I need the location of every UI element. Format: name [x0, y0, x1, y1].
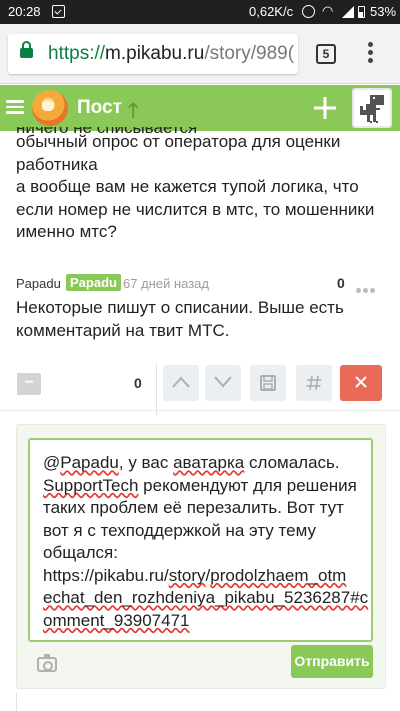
- dino-avatar-icon: [360, 95, 384, 123]
- clock: 20:28: [8, 4, 41, 19]
- close-reply-button[interactable]: [340, 365, 382, 401]
- page-title: Пост: [77, 97, 122, 118]
- battery-percent: 53%: [370, 4, 397, 19]
- author-badge[interactable]: Papadu: [66, 274, 121, 291]
- status-bar: 20:28 0,62K/c ◠ 53%: [0, 0, 400, 24]
- address-bar[interactable]: https://m.pikabu.ru/story/989(: [8, 34, 298, 74]
- comment-header: Papadu Papadu 67 дней назад 0: [16, 274, 384, 294]
- network-speed: 0,62K/c: [249, 4, 294, 19]
- close-icon: [355, 376, 367, 388]
- divider: [0, 410, 400, 411]
- arrow-up-icon[interactable]: 🡑: [128, 96, 138, 130]
- url-path: /story/989(: [204, 43, 295, 64]
- comment-line: комментарий на твит МТС.: [16, 320, 230, 340]
- url-scheme: https://: [48, 43, 106, 64]
- chevron-down-icon: [214, 376, 232, 388]
- plus-icon: [314, 97, 336, 119]
- vote-score: 0: [134, 375, 142, 391]
- alarm-icon: [302, 5, 315, 18]
- editor-line: @Papadu, у вас аватарка сломалась.: [43, 453, 340, 472]
- lock-icon: [20, 41, 33, 58]
- site-header: Пост 🡑: [0, 85, 400, 131]
- collapse-button[interactable]: −: [17, 373, 41, 395]
- editor-line: общался:: [43, 543, 118, 562]
- hash-icon: [306, 375, 321, 391]
- chevron-up-icon: [172, 376, 190, 388]
- tab-switcher-button[interactable]: 5: [316, 44, 336, 64]
- add-post-button[interactable]: [307, 90, 343, 126]
- divider: [156, 364, 157, 408]
- comment-author[interactable]: Papadu: [16, 276, 61, 291]
- comment-line: Некоторые пишут о списании. Выше есть: [16, 298, 344, 317]
- comment-more-icon[interactable]: [356, 281, 386, 293]
- user-avatar-button[interactable]: [352, 88, 392, 128]
- editor-line: вот я с техподдержкой на эту тему: [43, 520, 316, 540]
- url-text[interactable]: https://m.pikabu.ru/story/989(: [48, 43, 294, 65]
- comment-score: 0: [337, 275, 345, 291]
- comment-body: Некоторые пишут о списании. Выше есть ко…: [16, 297, 376, 342]
- reply-textarea[interactable]: @Papadu, у вас аватарка сломалась. Suppo…: [28, 438, 373, 642]
- save-icon: [260, 375, 276, 391]
- comment-time[interactable]: 67 дней назад: [123, 276, 209, 291]
- camera-icon[interactable]: [37, 654, 57, 672]
- send-button[interactable]: Отправить: [291, 645, 373, 678]
- post-body: обычный опрос от оператора для оценки ра…: [16, 131, 386, 244]
- post-line: обычный опрос от оператора для оценки: [16, 132, 341, 151]
- menu-icon[interactable]: [6, 100, 24, 114]
- signal-icon: [342, 6, 354, 18]
- more-menu-icon[interactable]: [368, 42, 374, 66]
- browser-toolbar: https://m.pikabu.ru/story/989( 5: [0, 24, 400, 84]
- reply-form: @Papadu, у вас аватарка сломалась. Suppo…: [16, 424, 386, 689]
- editor-line: echat_den_rozhdeniya_pikabu_5236287#c: [43, 588, 369, 607]
- wifi-icon: ◠: [322, 3, 334, 18]
- save-button[interactable]: [250, 365, 286, 401]
- post-line: а вообще вам не кажется тупой логика, чт…: [16, 177, 359, 196]
- pikabu-logo[interactable]: [32, 90, 68, 126]
- battery-icon: [358, 6, 365, 18]
- downvote-button[interactable]: [205, 365, 241, 401]
- editor-line: omment_93907471: [43, 610, 190, 630]
- comment-actions: − 0: [0, 364, 400, 408]
- hash-link-button[interactable]: [296, 365, 332, 401]
- divider: [16, 692, 17, 711]
- url-host: m.pikabu.ru: [105, 43, 205, 64]
- upvote-button[interactable]: [163, 365, 199, 401]
- post-line: если номер не числится в мтс, то мошенни…: [16, 199, 375, 219]
- post-line: именно мтс?: [16, 222, 117, 241]
- editor-line: https://pikabu.ru/story/prodolzhaem_otm: [43, 565, 347, 585]
- editor-line: таких проблем её перезалить. Вот тут: [43, 498, 344, 517]
- notification-icon: [52, 5, 65, 18]
- editor-line: SupportTech рекомендуют для решения: [43, 475, 357, 495]
- post-line: работника: [16, 154, 98, 174]
